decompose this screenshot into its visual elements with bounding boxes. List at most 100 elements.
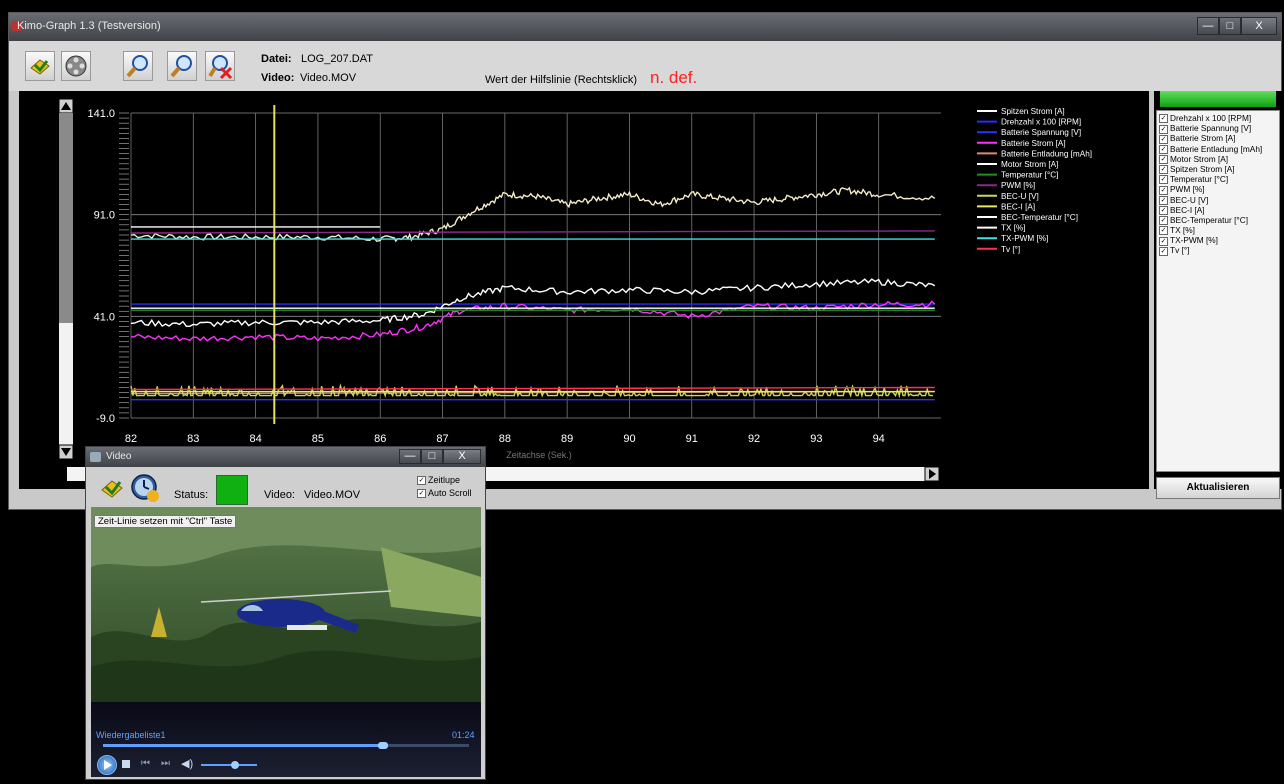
legend-label: Tv [°]	[1001, 245, 1020, 254]
video-window-title: Video	[106, 451, 132, 462]
video-minimize-button[interactable]: —	[399, 449, 421, 464]
x-tick-label: 89	[561, 433, 573, 445]
legend-label: Motor Strom [A]	[1001, 160, 1058, 169]
video-titlebar[interactable]: Video — □ X	[86, 447, 485, 467]
minimize-button[interactable]: —	[1197, 17, 1219, 35]
autoscroll-checkbox[interactable]: ✓ Auto Scroll	[417, 488, 472, 499]
series-checkbox[interactable]: ✓	[1159, 165, 1168, 175]
series-checkbox-row[interactable]: ✓ BEC-I [A]	[1157, 205, 1279, 215]
video-value: Video.MOV	[300, 72, 357, 84]
series-line	[130, 300, 936, 342]
y-tick-label: 141.0	[87, 108, 115, 120]
media-player: Wiedergabeliste1 01:24 ⏮ ⏭ ◀)	[91, 702, 481, 777]
video-frame[interactable]: Zeit-Linie setzen mit "Ctrl" Taste	[91, 507, 481, 702]
series-checkbox[interactable]: ✓	[1159, 185, 1168, 195]
video-open-icon[interactable]	[98, 474, 126, 502]
series-line	[130, 383, 933, 399]
file-value: LOG_207.DAT	[301, 53, 373, 65]
series-checkbox-label: Drehzahl x 100 [RPM]	[1170, 113, 1252, 123]
series-checkbox-label: PWM [%]	[1170, 184, 1205, 195]
open-file-icon[interactable]	[25, 51, 55, 81]
vertical-scroll-thumb[interactable]	[59, 113, 73, 323]
series-checkbox[interactable]: ✓	[1159, 246, 1168, 256]
series-checkbox-row[interactable]: ✓ BEC-U [V]	[1157, 195, 1279, 205]
helpline-value: n. def.	[650, 68, 698, 87]
status-label: Status:	[174, 489, 209, 501]
series-line	[130, 386, 935, 391]
maximize-button[interactable]: □	[1219, 17, 1241, 35]
series-checkbox[interactable]: ✓	[1159, 216, 1168, 226]
next-icon[interactable]: ⏭	[161, 758, 170, 769]
volume-icon[interactable]: ◀)	[181, 757, 193, 770]
x-tick-label: 83	[187, 433, 199, 445]
legend-label: BEC-U [V]	[1001, 192, 1039, 201]
series-checkbox-row[interactable]: ✓ TX-PWM [%]	[1157, 235, 1279, 246]
series-checkbox-row[interactable]: ✓ Temperatur [°C]	[1157, 174, 1279, 185]
series-checkbox-row[interactable]: ✓ Batterie Entladung [mAh]	[1157, 144, 1279, 154]
zeitlupe-checkbox[interactable]: ✓ Zeitlupe	[417, 475, 460, 486]
main-titlebar[interactable]: Kimo-Graph 1.3 (Testversion) — □ X	[9, 13, 1281, 41]
toolbar: Datei: LOG_207.DAT Video: Video.MOV Wert…	[9, 41, 1281, 91]
series-checkbox[interactable]: ✓	[1159, 236, 1168, 246]
series-checkbox[interactable]: ✓	[1159, 175, 1168, 185]
zoom-in-icon[interactable]	[123, 51, 153, 81]
series-checkbox[interactable]: ✓	[1159, 226, 1168, 236]
series-checkbox-row[interactable]: ✓ TX [%]	[1157, 225, 1279, 236]
x-tick-label: 91	[686, 433, 698, 445]
update-button[interactable]: Aktualisieren	[1156, 477, 1280, 499]
video-app-icon	[90, 452, 101, 462]
series-checkbox-row[interactable]: ✓ Batterie Spannung [V]	[1157, 123, 1279, 134]
zoom-reset-icon[interactable]	[205, 51, 235, 81]
series-checkbox[interactable]: ✓	[1159, 134, 1168, 144]
series-checkbox-row[interactable]: ✓ Drehzahl x 100 [RPM]	[1157, 113, 1279, 124]
legend-label: BEC-Temperatur [°C]	[1001, 213, 1078, 222]
video-window: Video — □ X Status: Video: Video.MOV ✓ Ze…	[85, 446, 486, 780]
video-maximize-button[interactable]: □	[421, 449, 443, 464]
status-bar	[1160, 91, 1276, 107]
series-checkbox[interactable]: ✓	[1159, 206, 1168, 215]
series-checkbox-row[interactable]: ✓ Spitzen Strom [A]	[1157, 164, 1279, 175]
series-checkbox-row[interactable]: ✓ BEC-Temperatur [°C]	[1157, 214, 1279, 226]
series-checkbox-row[interactable]: ✓ Motor Strom [A]	[1157, 154, 1279, 165]
series-checkbox-label: TX-PWM [%]	[1170, 235, 1218, 246]
stop-button[interactable]	[122, 760, 130, 768]
video-close-button[interactable]: X	[443, 449, 481, 464]
legend-label: PWM [%]	[1001, 181, 1035, 190]
series-checkbox[interactable]: ✓	[1159, 195, 1168, 205]
autoscroll-check[interactable]: ✓	[417, 489, 426, 499]
film-reel-icon[interactable]	[61, 51, 91, 81]
file-label: Datei:	[261, 53, 292, 65]
x-tick-label: 94	[873, 433, 885, 445]
clock-icon[interactable]	[130, 473, 160, 503]
series-checkbox[interactable]: ✓	[1159, 155, 1168, 165]
close-button[interactable]: X	[1241, 17, 1277, 35]
legend-label: BEC-I [A]	[1001, 202, 1035, 211]
volume-slider[interactable]	[201, 764, 257, 766]
previous-icon[interactable]: ⏮	[141, 758, 150, 769]
series-checkbox[interactable]: ✓	[1159, 114, 1168, 124]
series-checkbox-label: BEC-I [A]	[1170, 204, 1205, 215]
legend-label: Temperatur [°C]	[1001, 171, 1058, 180]
y-tick-label: 91.0	[94, 210, 115, 222]
volume-handle[interactable]	[231, 761, 239, 769]
x-tick-label: 93	[810, 433, 822, 445]
series-checkbox-label: Batterie Strom [A]	[1170, 133, 1236, 144]
series-checkbox-row[interactable]: ✓ Tv [°]	[1157, 245, 1279, 256]
play-button[interactable]	[97, 755, 117, 775]
series-checkbox-label: BEC-Temperatur [°C]	[1170, 214, 1249, 225]
video-name-value: Video.MOV	[304, 489, 361, 501]
series-checkbox-row[interactable]: ✓ Batterie Strom [A]	[1157, 133, 1279, 144]
line-chart[interactable]: 141.0 91.0 41.0 -9.0 82 83 84 85 86 87 88 89 90 91 92 9…	[19, 91, 1149, 489]
zeitlupe-check[interactable]: ✓	[417, 476, 426, 486]
x-tick-label: 85	[312, 433, 324, 445]
legend-label: TX-PWM [%]	[1001, 234, 1048, 243]
legend-label: Drehzahl x 100 [RPM]	[1001, 118, 1081, 127]
series-checkbox-row[interactable]: ✓ PWM [%]	[1157, 184, 1279, 195]
chart-area: 141.0 91.0 41.0 -9.0 82 83 84 85 86 87 88 89 90 91 92 9…	[19, 91, 1149, 489]
series-checkbox[interactable]: ✓	[1159, 124, 1168, 134]
seek-handle[interactable]	[378, 742, 388, 749]
zoom-out-icon[interactable]	[167, 51, 197, 81]
time-display: 01:24	[452, 730, 475, 740]
series-checkbox[interactable]: ✓	[1159, 144, 1168, 154]
series-checkbox-label: Tv [°]	[1170, 245, 1190, 256]
